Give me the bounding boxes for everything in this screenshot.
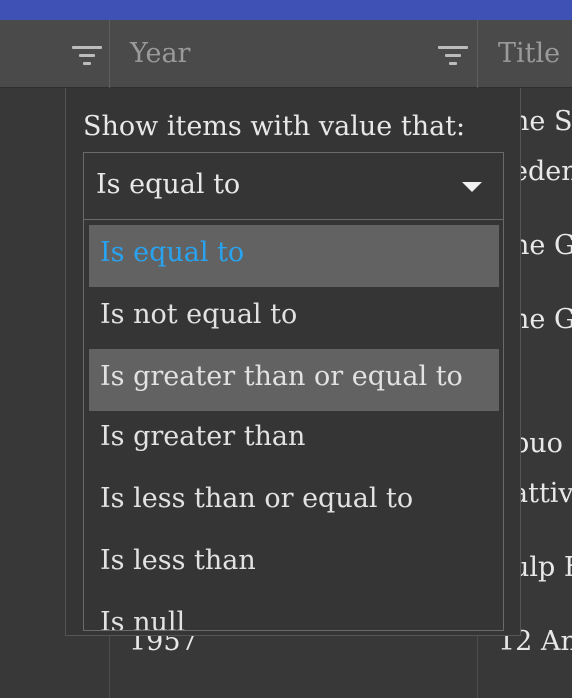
filter-operator-options: Is equal to Is not equal to Is greater t…: [83, 220, 504, 631]
filter-popup-label: Show items with value that:: [83, 111, 466, 142]
option-is-equal-to[interactable]: Is equal to: [89, 225, 499, 287]
filter-icon[interactable]: [438, 46, 468, 66]
table-cell-title: he G: [512, 230, 572, 261]
option-is-not-equal-to[interactable]: Is not equal to: [89, 287, 499, 349]
table-cell-title: he Sh: [512, 106, 572, 137]
option-label: Is null: [100, 607, 186, 631]
option-is-greater-than[interactable]: Is greater than: [89, 409, 499, 471]
column-header-title[interactable]: Title: [478, 20, 572, 88]
option-is-less-than-or-equal-to[interactable]: Is less than or equal to: [89, 471, 499, 533]
option-is-greater-than-or-equal-to[interactable]: Is greater than or equal to: [89, 349, 499, 411]
grid-header: Year Title: [0, 20, 572, 88]
filter-operator-select[interactable]: Is equal to: [83, 152, 504, 220]
table-cell-title: eden: [512, 156, 572, 187]
option-label: Is equal to: [100, 237, 245, 268]
option-is-null[interactable]: Is null: [89, 595, 499, 631]
column-header-label: Year: [130, 38, 191, 69]
column-header-first[interactable]: [0, 20, 110, 88]
table-cell-title: he G: [512, 304, 572, 335]
filter-icon[interactable]: [72, 46, 102, 66]
filter-popup: Show items with value that: Is equal to …: [65, 88, 521, 636]
option-label: Is less than or equal to: [100, 483, 414, 514]
option-is-less-than[interactable]: Is less than: [89, 533, 499, 595]
top-accent-bar: [0, 0, 572, 20]
column-header-year[interactable]: Year: [110, 20, 478, 88]
option-label: Is not equal to: [100, 299, 298, 330]
option-label: Is greater than: [100, 421, 306, 452]
table-cell-title: attivo: [512, 478, 572, 509]
option-label: Is less than: [100, 545, 256, 576]
option-label: Is greater than or equal to: [100, 361, 463, 392]
chevron-down-icon[interactable]: [462, 182, 482, 192]
table-cell-title: ulp F: [512, 552, 572, 583]
select-value: Is equal to: [96, 169, 241, 200]
column-header-label: Title: [498, 38, 561, 69]
